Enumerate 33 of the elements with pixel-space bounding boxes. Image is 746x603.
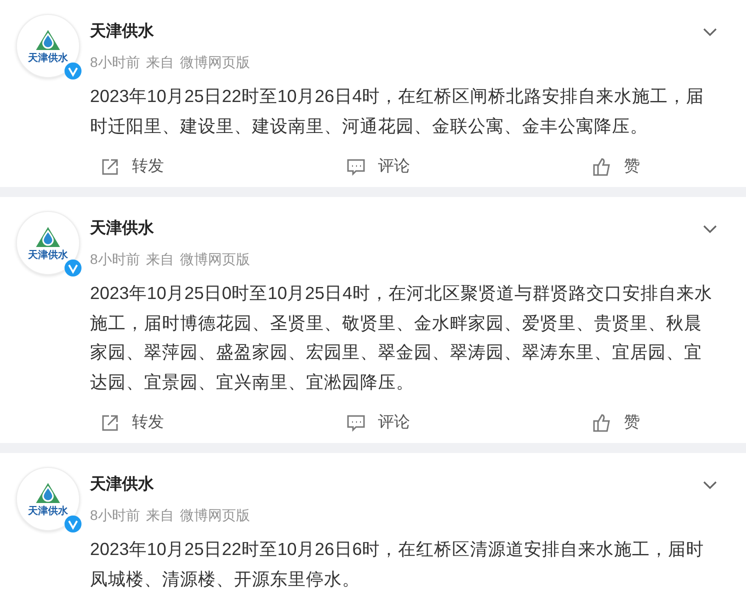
- water-drop-logo-icon: [34, 28, 62, 52]
- water-drop-logo-icon: [34, 225, 62, 249]
- post-text: 2023年10月25日0时至10月25日4时，在河北区聚贤道与群贤路交口安排自来水施工，届时博德花园、圣贤里、敬贤里、金水畔家园、爱贤里、贵贤里、秋晨家园、翠萍园、盛盈家园、宏园里、翠金园、翠涛园、翠涛东里、宜居园、宜达园、宜景园、宜兴南里、宜淞园降压。: [90, 282, 714, 394]
- source-prefix: 来自: [146, 250, 174, 269]
- account-name[interactable]: 天津供水: [90, 217, 154, 241]
- source-prefix: 来自: [146, 53, 174, 72]
- post-text: 2023年10月25日22时至10月26日6时，在红桥区清源道安排自来水施工，届时凤城楼、清源楼、开源东里停水。: [90, 538, 705, 590]
- thumbs-up-icon: [592, 157, 612, 177]
- avatar[interactable]: 天津供水: [16, 467, 80, 531]
- comment-button[interactable]: 评论: [272, 149, 518, 185]
- avatar-logo-text: 天津供水: [28, 53, 68, 64]
- water-drop-logo-icon: [34, 481, 62, 505]
- chevron-down-icon[interactable]: [702, 224, 718, 234]
- repost-button[interactable]: 转发: [26, 149, 272, 185]
- comment-icon: [346, 157, 366, 177]
- avatar[interactable]: 天津供水: [16, 14, 80, 78]
- like-button[interactable]: 赞: [518, 405, 648, 441]
- like-button[interactable]: 赞: [518, 149, 648, 185]
- account-name[interactable]: 天津供水: [90, 473, 154, 497]
- avatar-logo-text: 天津供水: [28, 250, 68, 261]
- share-icon: [100, 413, 120, 433]
- source-prefix: 来自: [146, 506, 174, 525]
- avatar[interactable]: 天津供水: [16, 211, 80, 275]
- repost-button[interactable]: 转发: [26, 405, 272, 441]
- post-text: 2023年10月25日22时至10月26日4时，在红桥区闸桥北路安排自来水施工，届时迁阳里、建设里、建设南里、河通花园、金联公寓、金丰公寓降压。: [90, 85, 705, 138]
- thumbs-up-icon: [592, 413, 612, 433]
- avatar-logo-text: 天津供水: [28, 506, 68, 517]
- chevron-down-icon[interactable]: [702, 27, 718, 37]
- comment-button[interactable]: 评论: [272, 405, 518, 441]
- share-icon: [100, 157, 120, 177]
- account-name[interactable]: 天津供水: [90, 20, 154, 44]
- comment-icon: [346, 413, 366, 433]
- chevron-down-icon[interactable]: [702, 480, 718, 490]
